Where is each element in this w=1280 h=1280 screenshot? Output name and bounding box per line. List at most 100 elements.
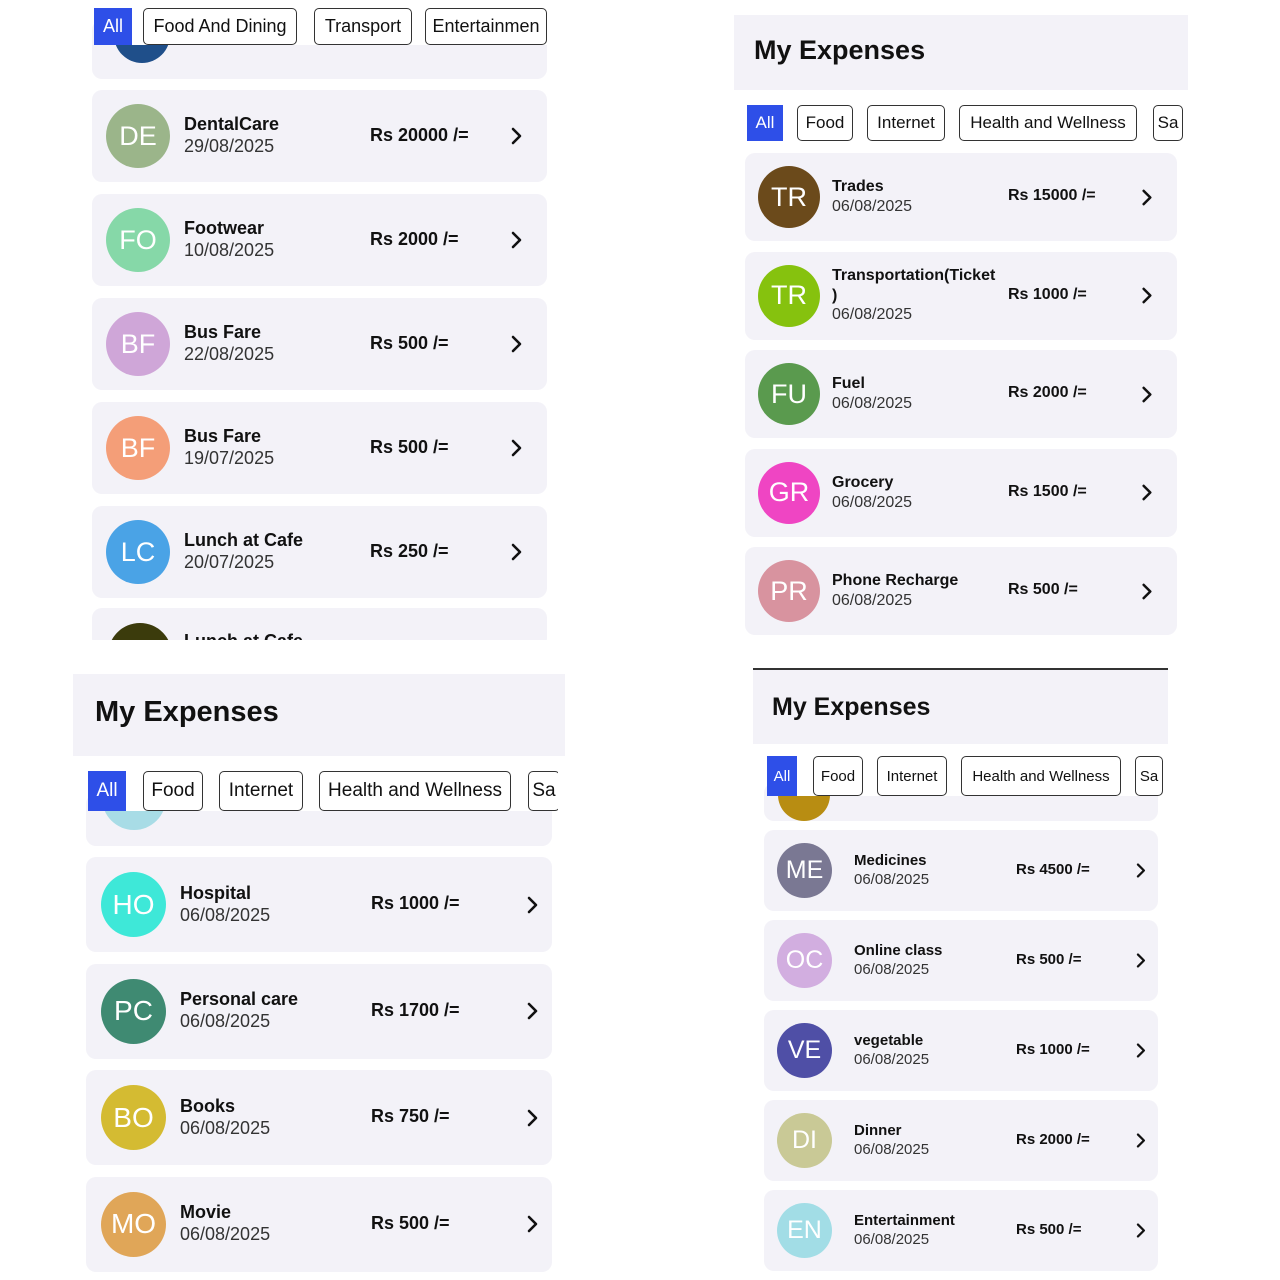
expense-list-item[interactable]: VE vegetable 06/08/2025 Rs 1000 /=: [764, 1010, 1158, 1091]
chevron-right-icon[interactable]: [1132, 952, 1149, 969]
avatar: PR: [758, 560, 820, 622]
chevron-right-icon[interactable]: [1137, 483, 1156, 502]
expenses-panel-bottom-left: My Expenses HO Hospital 06/08/2025 Rs 1000 …: [73, 674, 565, 1280]
chevron-right-icon[interactable]: [506, 438, 526, 458]
expense-list-item[interactable]: EN Entertainment 06/08/2025 Rs 500 /=: [764, 1190, 1158, 1271]
filter-chip-entertainmen[interactable]: Entertainmen: [425, 8, 547, 45]
expense-amount: Rs 500 /=: [370, 436, 449, 457]
chevron-right-icon[interactable]: [522, 895, 542, 915]
expense-date: 06/08/2025: [854, 870, 930, 888]
expense-date: 06/08/2025: [854, 1140, 930, 1158]
filter-bar: All Food Internet Health and Wellness Sa: [767, 756, 1163, 796]
avatar: TR: [758, 264, 820, 327]
filter-chip-health-and-wellness[interactable]: Health and Wellness: [319, 771, 511, 811]
avatar: OC: [777, 933, 832, 988]
filter-bar: All Food And Dining Transport Entertainmen: [94, 8, 552, 45]
expense-list-item[interactable]: PC Personal care 06/08/2025 Rs 1700 /=: [86, 963, 552, 1059]
filter-chip-internet[interactable]: Internet: [877, 756, 947, 796]
expense-amount: Rs 250 /=: [370, 540, 449, 561]
chevron-right-icon[interactable]: [1137, 286, 1156, 305]
filter-chip-all[interactable]: All: [747, 105, 783, 141]
expense-title: Dinner: [854, 1122, 902, 1140]
expense-title: vegetable: [854, 1032, 924, 1050]
chevron-right-icon[interactable]: [1137, 188, 1156, 207]
expense-list-item[interactable]: BF Bus Fare 22/08/2025 Rs 500 /=: [92, 298, 547, 390]
expense-list-item[interactable]: FO Footwear 10/08/2025 Rs 2000 /=: [92, 194, 547, 286]
avatar: VE: [777, 1023, 832, 1078]
expense-date: 20/07/2025: [184, 552, 275, 572]
filter-chip-sa[interactable]: Sa: [1153, 105, 1183, 141]
chevron-right-icon[interactable]: [506, 542, 526, 562]
chevron-right-icon[interactable]: [506, 126, 526, 146]
expense-list-item[interactable]: LC Lunch at Cafe 20/07/2025 Rs 250 /=: [92, 506, 547, 598]
expense-title: Bus Fare: [184, 426, 262, 447]
expense-list-item[interactable]: TR Trades 06/08/2025 Rs 15000 /=: [745, 153, 1177, 241]
expense-amount: Rs 1700 /=: [371, 999, 460, 1020]
filter-chip-sa[interactable]: Sa: [528, 771, 558, 811]
filter-chip-food[interactable]: Food: [813, 756, 863, 796]
expense-date: 10/08/2025: [184, 240, 275, 260]
filter-chip-internet[interactable]: Internet: [867, 105, 945, 141]
filter-chip-health-and-wellness[interactable]: Health and Wellness: [961, 756, 1121, 796]
avatar: [108, 623, 172, 640]
chevron-right-icon[interactable]: [1137, 582, 1156, 601]
expense-list-item[interactable]: DE DentalCare 29/08/2025 Rs 20000 /=: [92, 90, 547, 182]
filter-chip-food[interactable]: Food: [143, 771, 203, 811]
expense-date: 19/07/2025: [184, 448, 275, 468]
chevron-right-icon[interactable]: [1132, 1132, 1149, 1149]
expenses-panel-top-right: My Expenses All Food Internet Health and We…: [734, 15, 1188, 645]
filter-chip-sa[interactable]: Sa: [1135, 756, 1163, 796]
expense-list-item[interactable]: GR Grocery 06/08/2025 Rs 1500 /=: [745, 448, 1177, 537]
app-header: My Expenses: [734, 15, 1188, 90]
expense-date: 06/08/2025: [180, 1011, 271, 1031]
filter-chip-all[interactable]: All: [94, 8, 132, 45]
chevron-right-icon[interactable]: [1132, 1042, 1149, 1059]
expense-title: Medicines: [854, 852, 927, 870]
avatar: BF: [106, 416, 170, 480]
expense-date: 29/08/2025: [184, 136, 275, 156]
expense-list-item[interactable]: TR Transportation(Ticket ) 06/08/2025 Rs 10…: [745, 251, 1177, 340]
expense-title: Transportation(Ticket ): [832, 267, 996, 304]
page-title: My Expenses: [772, 693, 931, 721]
expense-amount: Rs 2000 /=: [1016, 1131, 1090, 1149]
chevron-right-icon[interactable]: [1132, 1222, 1149, 1239]
filter-chip-internet[interactable]: Internet: [219, 771, 303, 811]
expense-date: 06/08/2025: [180, 1224, 271, 1244]
chevron-right-icon[interactable]: [506, 334, 526, 354]
filter-chip-all[interactable]: All: [767, 756, 797, 796]
list-item-partial[interactable]: Lunch at Cafe: [92, 608, 547, 640]
chevron-right-icon[interactable]: [506, 230, 526, 250]
expense-list-item[interactable]: FU Fuel 06/08/2025 Rs 2000 /=: [745, 350, 1177, 438]
expense-list: DE DentalCare 29/08/2025 Rs 20000 /= FO Footw…: [80, 0, 570, 640]
chevron-right-icon[interactable]: [1137, 385, 1156, 404]
avatar: PC: [101, 978, 166, 1044]
filter-chip-health-and-wellness[interactable]: Health and Wellness: [959, 105, 1137, 141]
expense-date: 22/08/2025: [184, 344, 275, 364]
expense-list-item[interactable]: MO Movie 06/08/2025 Rs 500 /=: [86, 1176, 552, 1272]
chevron-right-icon[interactable]: [522, 1108, 542, 1128]
expense-list-item[interactable]: PR Phone Recharge 06/08/2025 Rs 500 /=: [745, 547, 1177, 635]
expense-list-item[interactable]: DI Dinner 06/08/2025 Rs 2000 /=: [764, 1100, 1158, 1181]
chevron-right-icon[interactable]: [522, 1214, 542, 1234]
avatar: DI: [777, 1113, 832, 1168]
expense-amount: Rs 2000 /=: [370, 228, 459, 249]
filter-chip-all[interactable]: All: [88, 771, 126, 811]
expense-list-item[interactable]: OC Online class 06/08/2025 Rs 500 /=: [764, 920, 1158, 1001]
expense-list-item[interactable]: BO Books 06/08/2025 Rs 750 /=: [86, 1070, 552, 1165]
expense-title: Fuel: [832, 375, 865, 393]
expense-amount: Rs 1500 /=: [1008, 482, 1087, 500]
expense-amount: Rs 4500 /=: [1016, 861, 1090, 879]
filter-chip-food-and-dining[interactable]: Food And Dining: [143, 8, 297, 45]
chevron-right-icon[interactable]: [1132, 862, 1149, 879]
expense-title: Bus Fare: [184, 322, 262, 343]
filter-chip-food[interactable]: Food: [797, 105, 853, 141]
avatar: EN: [777, 1203, 832, 1258]
chevron-right-icon[interactable]: [522, 1001, 542, 1021]
expense-list-item[interactable]: HO Hospital 06/08/2025 Rs 1000 /=: [86, 857, 552, 952]
expense-list-item[interactable]: ME Medicines 06/08/2025 Rs 4500 /=: [764, 830, 1158, 911]
expense-list-item[interactable]: BF Bus Fare 19/07/2025 Rs 500 /=: [92, 402, 547, 494]
filter-chip-transport[interactable]: Transport: [314, 8, 412, 45]
expense-amount: Rs 500 /=: [1008, 581, 1078, 599]
expense-title: Phone Recharge: [832, 572, 959, 590]
expense-amount: Rs 20000 /=: [370, 124, 469, 145]
